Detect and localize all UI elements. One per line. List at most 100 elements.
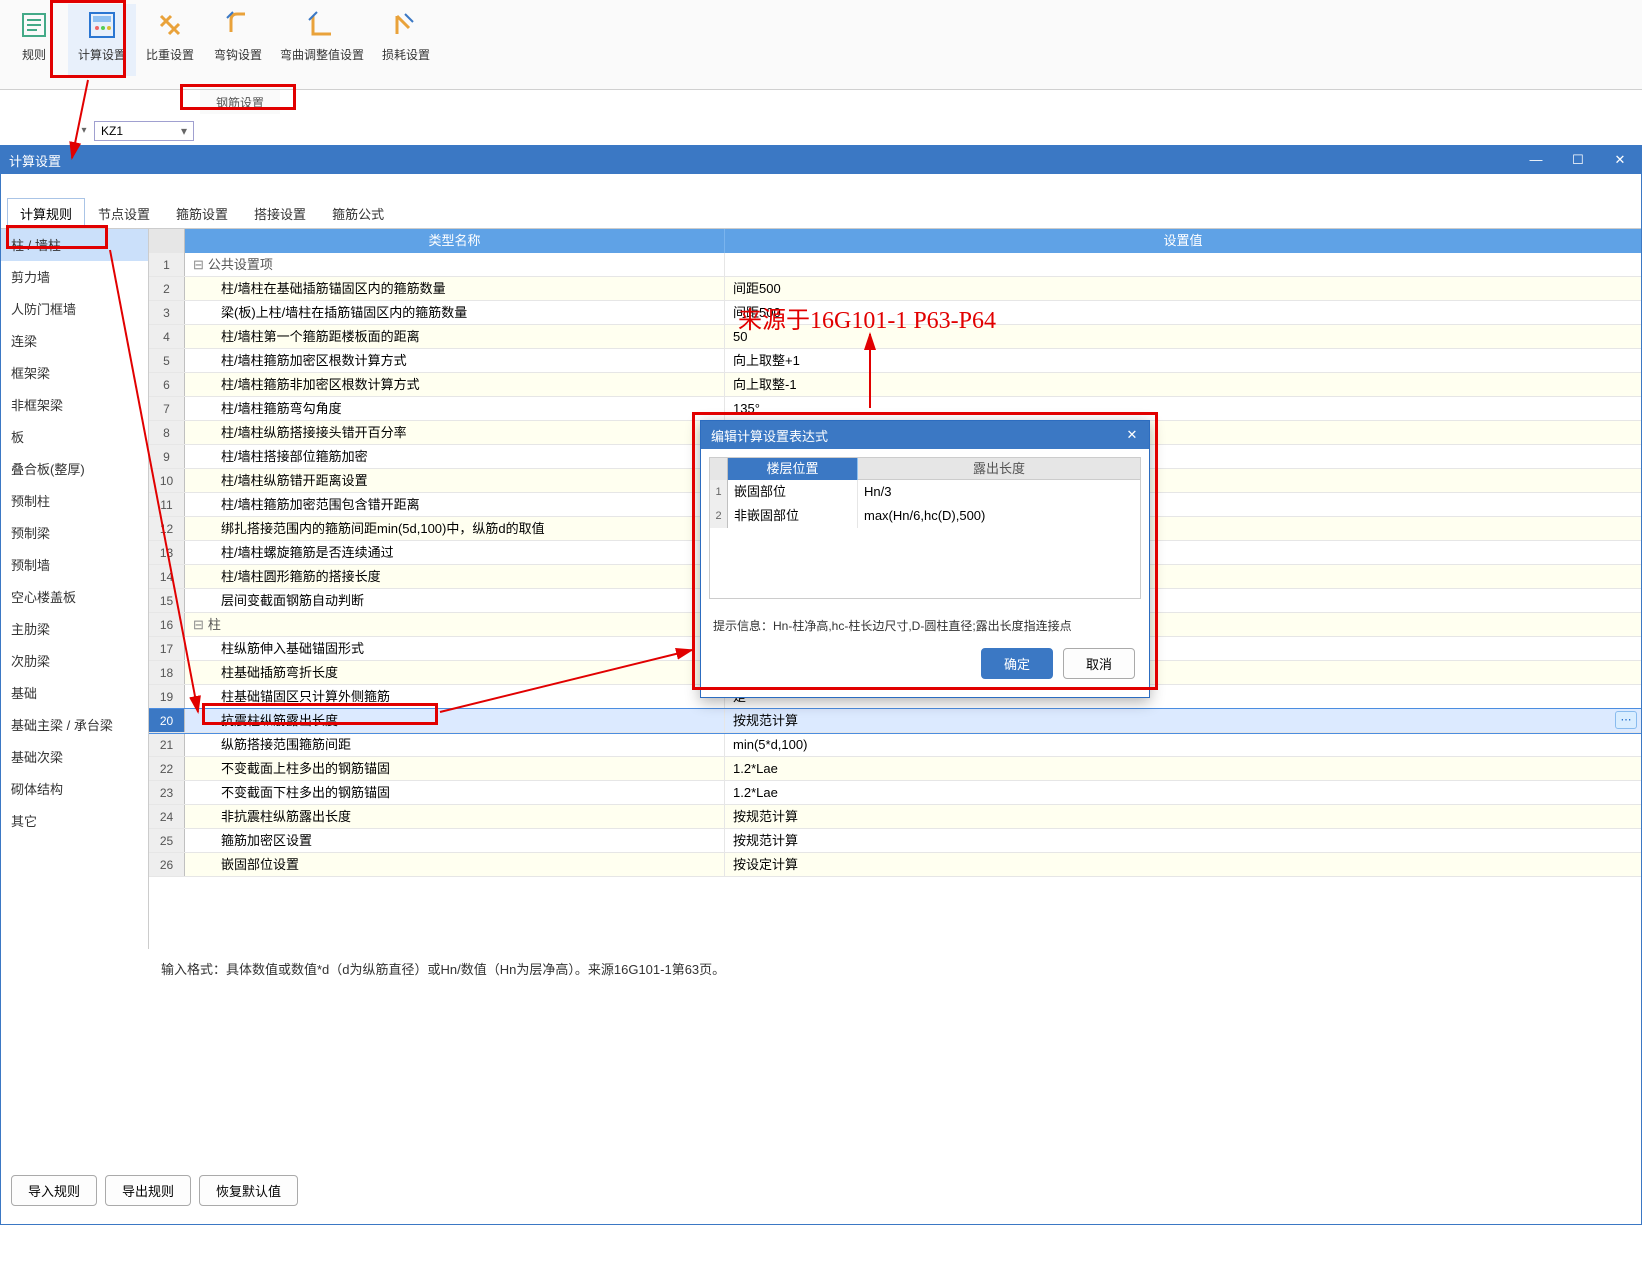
popup-row-position[interactable]: 嵌固部位 — [728, 480, 858, 504]
minimize-button[interactable]: — — [1515, 152, 1557, 168]
row-number: 6 — [149, 373, 185, 396]
sidebar-item[interactable]: 非框架梁 — [1, 389, 148, 421]
sidebar-item[interactable]: 其它 — [1, 805, 148, 837]
ribbon-bend-adjust[interactable]: 弯曲调整值设置 — [272, 4, 372, 76]
rules-icon — [17, 8, 51, 42]
tab-node[interactable]: 节点设置 — [85, 198, 163, 228]
popup-row-length[interactable]: Hn/3 — [858, 480, 1140, 504]
row-value[interactable]: 向上取整-1 — [725, 373, 1641, 396]
popup-row-position[interactable]: 非嵌固部位 — [728, 504, 858, 528]
row-name: 不变截面上柱多出的钢筋锚固 — [185, 757, 725, 780]
row-number: 15 — [149, 589, 185, 612]
sidebar-item[interactable]: 柱 / 墙柱 — [1, 229, 148, 261]
table-row[interactable]: 1⊟公共设置项 — [149, 253, 1641, 277]
row-value[interactable]: min(5*d,100) — [725, 733, 1641, 756]
table-row[interactable]: 24非抗震柱纵筋露出长度按规范计算 — [149, 805, 1641, 829]
popup-cancel-button[interactable]: 取消 — [1063, 648, 1135, 679]
row-value[interactable]: 向上取整+1 — [725, 349, 1641, 372]
ribbon-calc-settings[interactable]: 计算设置 — [68, 4, 136, 76]
popup-row[interactable]: 1嵌固部位Hn/3 — [710, 480, 1140, 504]
sidebar-item[interactable]: 预制墙 — [1, 549, 148, 581]
table-row[interactable]: 7柱/墙柱箍筋弯勾角度135° — [149, 397, 1641, 421]
member-combo[interactable]: KZ1 — [94, 121, 194, 141]
row-number: 1 — [149, 253, 185, 276]
table-row[interactable]: 6柱/墙柱箍筋非加密区根数计算方式向上取整-1 — [149, 373, 1641, 397]
row-name: 柱/墙柱箍筋弯勾角度 — [185, 397, 725, 420]
restore-defaults-button[interactable]: 恢复默认值 — [199, 1175, 298, 1206]
table-row[interactable]: 26嵌固部位设置按设定计算 — [149, 853, 1641, 877]
table-row[interactable]: 21纵筋搭接范围箍筋间距min(5*d,100) — [149, 733, 1641, 757]
annotation-source-text: 来源于16G101-1 P63-P64 — [738, 300, 996, 335]
popup-row-length[interactable]: max(Hn/6,hc(D),500) — [858, 504, 1140, 528]
sidebar-item[interactable]: 砌体结构 — [1, 773, 148, 805]
popup-col-position[interactable]: 楼层位置 — [728, 458, 858, 480]
ribbon-loss[interactable]: 损耗设置 — [372, 4, 440, 76]
popup-hint: 提示信息：Hn-柱净高,hc-柱长边尺寸,D-圆柱直径;露出长度指连接点 — [709, 599, 1141, 648]
row-number: 19 — [149, 685, 185, 708]
grid-header-num — [149, 229, 185, 253]
sidebar-item[interactable]: 预制柱 — [1, 485, 148, 517]
table-row[interactable]: 25箍筋加密区设置按规范计算 — [149, 829, 1641, 853]
table-row[interactable]: 23不变截面下柱多出的钢筋锚固1.2*Lae — [149, 781, 1641, 805]
row-value[interactable]: 间距500 — [725, 277, 1641, 300]
sidebar-item[interactable]: 框架梁 — [1, 357, 148, 389]
sidebar-item[interactable]: 叠合板(整厚) — [1, 453, 148, 485]
table-row[interactable]: 2柱/墙柱在基础插筋锚固区内的箍筋数量间距500 — [149, 277, 1641, 301]
sidebar-item[interactable]: 人防门框墙 — [1, 293, 148, 325]
modal-titlebar[interactable]: 计算设置 — ☐ ✕ — [1, 146, 1641, 174]
row-number: 10 — [149, 469, 185, 492]
table-row[interactable]: 22不变截面上柱多出的钢筋锚固1.2*Lae — [149, 757, 1641, 781]
row-value[interactable]: 按规范计算⋯ — [725, 709, 1641, 732]
row-number: 5 — [149, 349, 185, 372]
tab-strip: 计算规则 节点设置 箍筋设置 搭接设置 箍筋公式 — [1, 198, 1641, 229]
close-button[interactable]: ✕ — [1599, 152, 1641, 168]
sidebar-item[interactable]: 基础主梁 / 承台梁 — [1, 709, 148, 741]
tab-stirrup-formula[interactable]: 箍筋公式 — [319, 198, 397, 228]
sidebar-item[interactable]: 次肋梁 — [1, 645, 148, 677]
row-value[interactable]: 按规范计算 — [725, 805, 1641, 828]
expander-icon[interactable]: ⊟ — [193, 617, 204, 632]
row-value[interactable]: 1.2*Lae — [725, 757, 1641, 780]
window-controls: — ☐ ✕ — [1515, 152, 1641, 168]
sidebar-item[interactable]: 预制梁 — [1, 517, 148, 549]
row-value[interactable]: 按规范计算 — [725, 829, 1641, 852]
table-row[interactable]: 5柱/墙柱箍筋加密区根数计算方式向上取整+1 — [149, 349, 1641, 373]
popup-ok-button[interactable]: 确定 — [981, 648, 1053, 679]
weight-icon — [153, 8, 187, 42]
export-rules-button[interactable]: 导出规则 — [105, 1175, 191, 1206]
sidebar-item[interactable]: 板 — [1, 421, 148, 453]
popup-col-length[interactable]: 露出长度 — [858, 458, 1140, 480]
sidebar-item[interactable]: 空心楼盖板 — [1, 581, 148, 613]
row-value[interactable]: 135° — [725, 397, 1641, 420]
popup-titlebar[interactable]: 编辑计算设置表达式 ✕ — [701, 421, 1149, 449]
expander-icon[interactable]: ⊟ — [193, 257, 204, 272]
sidebar-item[interactable]: 主肋梁 — [1, 613, 148, 645]
tab-calc-rules[interactable]: 计算规则 — [7, 198, 85, 228]
tab-lap[interactable]: 搭接设置 — [241, 198, 319, 228]
tab-stirrup[interactable]: 箍筋设置 — [163, 198, 241, 228]
popup-title: 编辑计算设置表达式 — [711, 426, 828, 445]
row-value[interactable]: 1.2*Lae — [725, 781, 1641, 804]
ribbon-rules[interactable]: 规则 — [0, 4, 68, 76]
row-name: 抗震柱纵筋露出长度 — [185, 709, 725, 732]
dropdown-arrow-icon[interactable]: ▾ — [78, 125, 90, 136]
sidebar-item[interactable]: 基础 — [1, 677, 148, 709]
row-value[interactable]: 按设定计算 — [725, 853, 1641, 876]
sidebar-item[interactable]: 连梁 — [1, 325, 148, 357]
import-rules-button[interactable]: 导入规则 — [11, 1175, 97, 1206]
calc-settings-icon — [85, 8, 119, 42]
maximize-button[interactable]: ☐ — [1557, 152, 1599, 168]
sidebar-item[interactable]: 剪力墙 — [1, 261, 148, 293]
popup-close-button[interactable]: ✕ — [1115, 427, 1149, 443]
sidebar-item[interactable]: 基础次梁 — [1, 741, 148, 773]
ribbon-weight[interactable]: 比重设置 — [136, 4, 204, 76]
row-value[interactable] — [725, 253, 1641, 276]
row-name: 柱/墙柱圆形箍筋的搭接长度 — [185, 565, 725, 588]
ribbon-label: 规则 — [22, 46, 46, 63]
row-name: 柱/墙柱搭接部位箍筋加密 — [185, 445, 725, 468]
ellipsis-button[interactable]: ⋯ — [1615, 711, 1637, 729]
popup-row[interactable]: 2非嵌固部位max(Hn/6,hc(D),500) — [710, 504, 1140, 528]
category-sidebar: 柱 / 墙柱剪力墙人防门框墙连梁框架梁非框架梁板叠合板(整厚)预制柱预制梁预制墙… — [1, 229, 149, 949]
ribbon-hook[interactable]: 弯钩设置 — [204, 4, 272, 76]
table-row[interactable]: 20抗震柱纵筋露出长度按规范计算⋯ — [149, 709, 1641, 733]
